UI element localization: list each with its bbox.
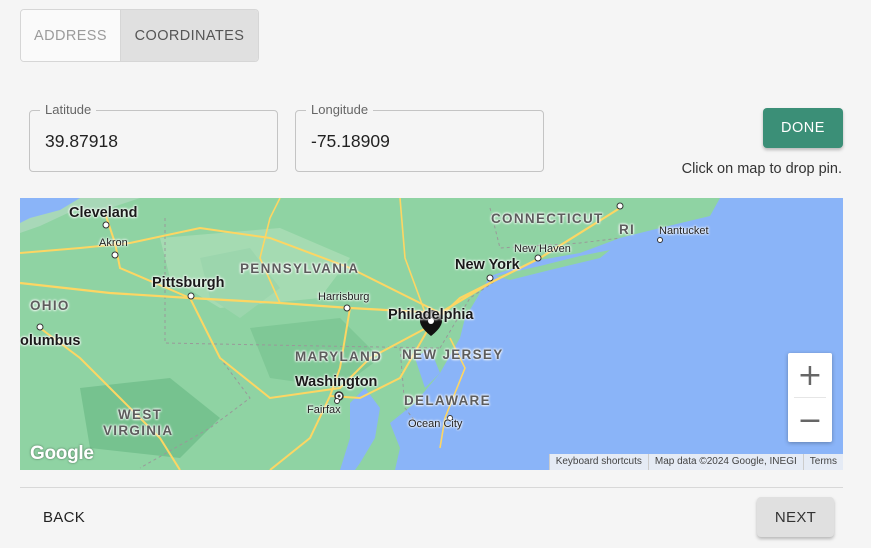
coordinates-mode-button[interactable]: COORDINATES [121,10,258,61]
zoom-controls: + − [788,353,832,442]
zoom-out-button[interactable]: − [788,398,832,442]
map-city-label: Washington [295,374,378,390]
longitude-field[interactable]: Longitude [295,102,544,172]
done-button[interactable]: DONE [763,108,843,148]
terms-link[interactable]: Terms [802,454,843,470]
map-city-label: Akron [99,237,128,249]
map-data-text: Map data ©2024 Google, INEGI [647,454,803,470]
map-view[interactable]: PENNSYLVANIA CONNECTICUT RI OHIO MARYLAN… [20,198,843,470]
map-state-label: OHIO [30,298,70,313]
map-state-label: RI [619,222,636,237]
longitude-input[interactable] [311,131,531,152]
map-city-label: Nantucket [659,225,709,237]
longitude-label: Longitude [306,102,374,118]
map-city-label: Ocean City [408,418,463,430]
next-button[interactable]: NEXT [757,497,834,537]
google-logo[interactable]: Google [30,443,94,465]
map-city-label: New York [455,257,520,273]
map-state-label: NEW JERSEY [402,347,504,362]
latitude-label: Latitude [40,102,97,118]
latitude-input[interactable] [45,131,265,152]
map-state-label: MARYLAND [295,349,383,364]
address-mode-button[interactable]: ADDRESS [21,10,121,61]
map-city-label: Philadelphia [388,307,474,323]
map-city-label: Cleveland [69,205,138,221]
map-state-label: VIRGINIA [103,423,174,438]
map-city-label: olumbus [20,333,81,349]
footer-divider [20,487,843,488]
map-city-label: New Haven [514,243,571,255]
map-attribution: Keyboard shortcuts Map data ©2024 Google… [548,454,843,470]
keyboard-shortcuts-link[interactable]: Keyboard shortcuts [548,454,648,470]
map-city-label: Pittsburgh [152,275,225,291]
map-city-label: Fairfax [307,404,341,416]
back-button[interactable]: BACK [30,498,98,536]
map-state-label: WEST [118,407,163,422]
map-city-label: Harrisburg [318,291,370,303]
zoom-in-button[interactable]: + [788,353,832,397]
latitude-field[interactable]: Latitude [29,102,278,172]
mode-toggle-group: ADDRESS COORDINATES [20,9,259,62]
map-state-label: PENNSYLVANIA [240,261,360,276]
map-state-label: CONNECTICUT [491,211,604,226]
drop-pin-hint: Click on map to drop pin. [681,161,842,177]
map-state-label: DELAWARE [404,393,491,408]
